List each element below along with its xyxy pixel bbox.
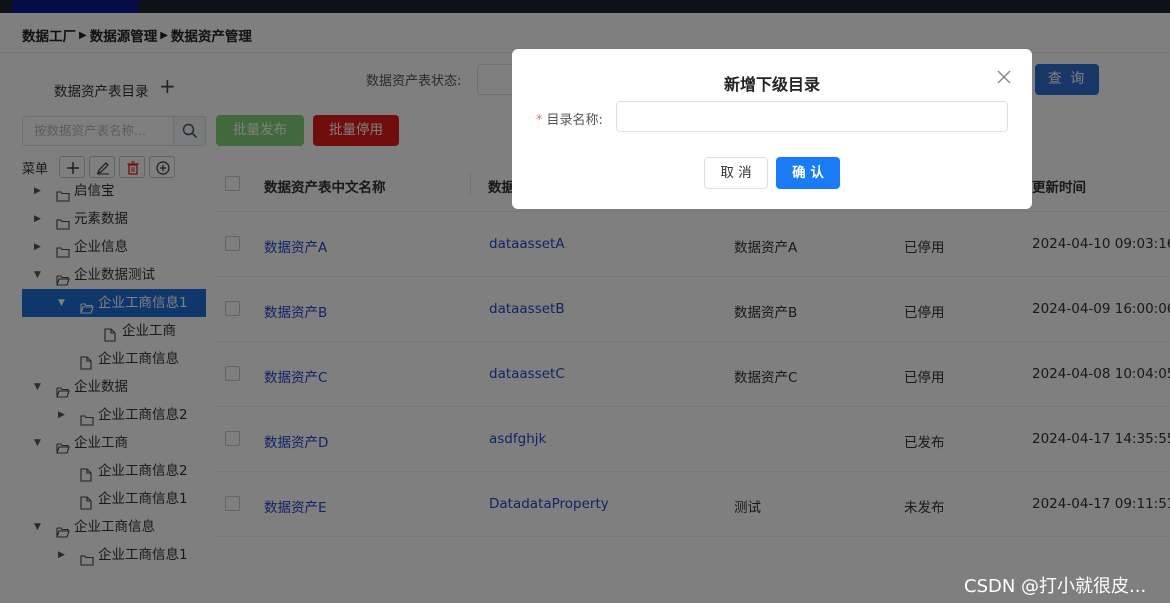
cancel-button[interactable]: 取 消 [704,157,768,189]
dialog-title: 新增下级目录 [723,75,820,94]
close-button[interactable] [996,69,1012,89]
directory-name-input[interactable] [616,101,1008,132]
confirm-button[interactable]: 确 认 [776,157,840,189]
add-subdirectory-dialog: 新增下级目录 * 目录名称: 取 消 确 认 [512,49,1032,209]
watermark-text: CSDN @打小就很皮... [964,576,1147,597]
close-icon [997,70,1011,84]
directory-name-label-text: 目录名称: [546,113,603,128]
directory-name-label: * 目录名称: [536,109,603,128]
required-mark: * [536,113,543,128]
